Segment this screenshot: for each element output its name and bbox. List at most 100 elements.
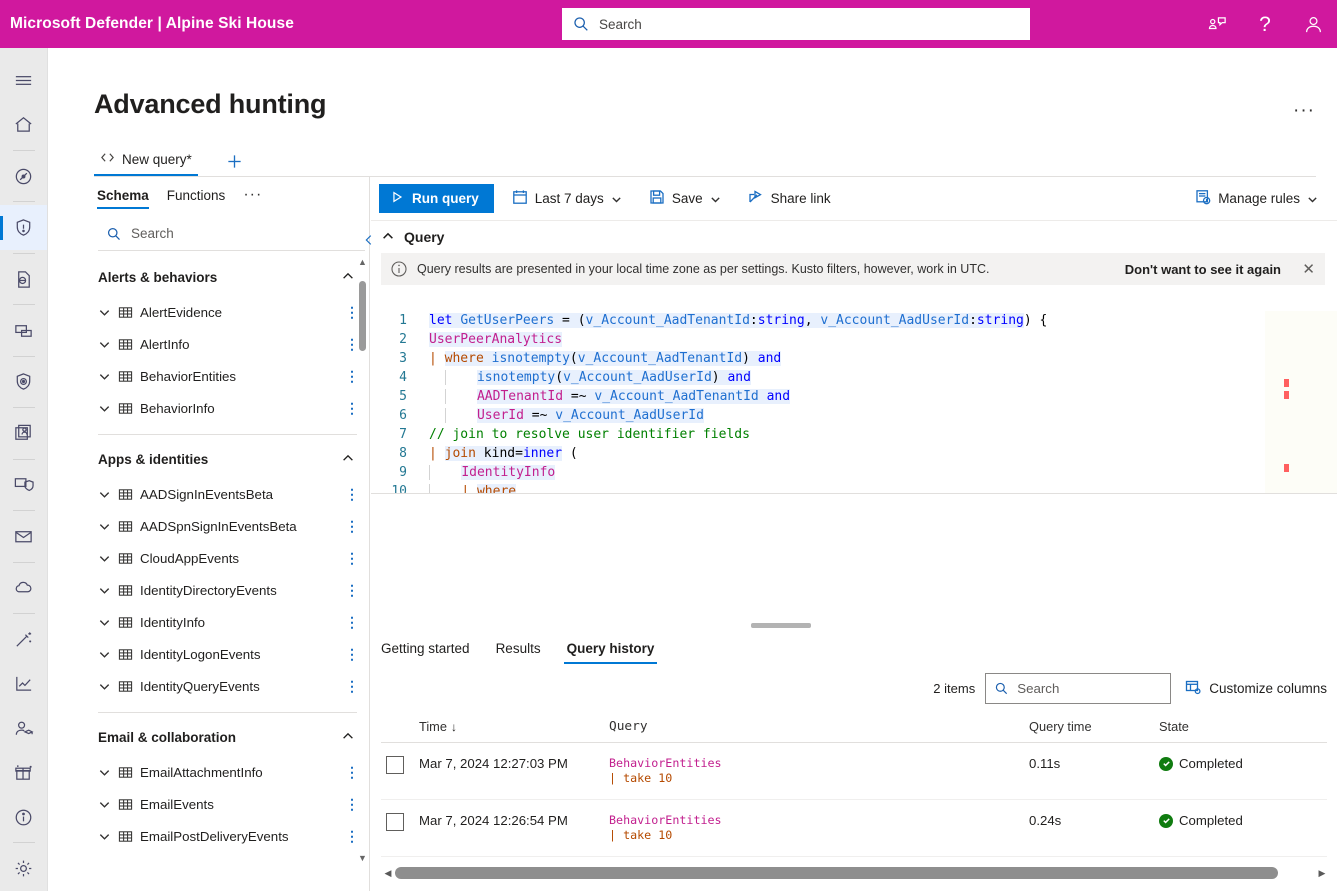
cloud-apps-icon[interactable] [0,566,48,610]
time-range-picker[interactable]: Last 7 days [503,183,631,215]
endpoints-icon[interactable] [0,463,48,507]
page-more-actions-button[interactable]: ··· [1293,100,1315,122]
kql-code-editor[interactable]: 1let GetUserPeers = (v_Account_AadTenant… [381,311,1327,493]
schema-tabs-overflow-button[interactable]: ··· [243,186,262,204]
incidents-alerts-icon[interactable] [0,154,48,198]
schema-table-row[interactable]: AADSpnSignInEventsBeta ⋮ [94,510,369,542]
table-row[interactable]: Mar 7, 2024 12:26:54 PM BehaviorEntities… [381,800,1327,857]
scroll-up-arrow-icon[interactable]: ▲ [358,257,367,267]
partner-catalog-icon[interactable] [0,617,48,661]
chevron-down-icon[interactable] [98,520,118,533]
chevron-down-icon[interactable] [98,488,118,501]
dont-show-again-button[interactable]: Don't want to see it again [1125,262,1281,277]
account-icon[interactable] [1289,0,1337,48]
schema-group-header[interactable]: Email & collaboration [94,713,369,756]
trials-icon[interactable] [0,750,48,794]
schema-table-row[interactable]: IdentityLogonEvents ⋮ [94,638,369,670]
table-row[interactable]: Mar 7, 2024 12:27:03 PM BehaviorEntities… [381,743,1327,800]
schema-table-row[interactable]: IdentityDirectoryEvents ⋮ [94,574,369,606]
schema-table-row[interactable]: CloudAppEvents ⋮ [94,542,369,574]
chevron-down-icon[interactable] [98,370,118,383]
table-more-actions-icon[interactable]: ⋮ [345,341,357,347]
schema-group-header[interactable]: Apps & identities [94,435,369,478]
feedback-icon[interactable] [1193,0,1241,48]
schema-search-input[interactable]: Search [98,221,365,251]
chevron-down-icon[interactable] [98,402,118,415]
scroll-left-arrow-icon[interactable]: ◀ [381,868,395,879]
home-icon[interactable] [0,102,48,146]
column-header-query[interactable]: Query [609,719,1029,734]
chevron-down-icon[interactable] [98,552,118,565]
tab-results[interactable]: Results [496,633,541,664]
query-section-header[interactable]: Query [371,221,1337,253]
chevron-down-icon[interactable] [98,830,118,843]
table-more-actions-icon[interactable]: ⋮ [345,587,357,593]
schema-table-list[interactable]: Alerts & behaviors AlertEvidence ⋮ Alert… [94,253,369,891]
table-more-actions-icon[interactable]: ⋮ [345,555,357,561]
tab-query-history[interactable]: Query history [567,633,655,664]
scrollbar-track[interactable] [395,867,1315,879]
scroll-right-arrow-icon[interactable]: ▶ [1315,868,1329,879]
row-checkbox[interactable] [386,756,404,774]
schema-table-row[interactable]: AlertEvidence ⋮ [94,296,369,328]
schema-scrollbar[interactable]: ▲ [358,257,367,869]
schema-table-row[interactable]: BehaviorInfo ⋮ [94,392,369,424]
schema-table-row[interactable]: BehaviorEntities ⋮ [94,360,369,392]
horizontal-scrollbar[interactable]: ◀ ▶ [381,865,1329,881]
chevron-down-icon[interactable] [98,648,118,661]
chevron-down-icon[interactable] [98,584,118,597]
table-more-actions-icon[interactable]: ⋮ [345,769,357,775]
editor-minimap[interactable] [1265,311,1337,493]
editor-resize-handle[interactable] [751,623,811,628]
save-query-button[interactable]: Save [640,183,730,215]
learning-hub-icon[interactable] [0,706,48,750]
actions-submissions-icon[interactable] [0,257,48,301]
schema-table-row[interactable]: IdentityInfo ⋮ [94,606,369,638]
schema-table-row[interactable]: EmailPostDeliveryEvents ⋮ [94,820,369,852]
chevron-down-icon[interactable] [98,306,118,319]
more-resources-icon[interactable] [0,795,48,839]
schema-table-row[interactable]: IdentityQueryEvents ⋮ [94,670,369,702]
chevron-down-icon[interactable] [98,680,118,693]
schema-group-header[interactable]: Alerts & behaviors [94,253,369,296]
settings-icon[interactable] [0,846,48,890]
threat-analytics-icon[interactable] [0,360,48,404]
table-more-actions-icon[interactable]: ⋮ [345,833,357,839]
table-more-actions-icon[interactable]: ⋮ [345,373,357,379]
assets-identities-icon[interactable] [0,411,48,455]
add-query-tab-button[interactable] [222,146,248,176]
reports-icon[interactable] [0,662,48,706]
table-more-actions-icon[interactable]: ⋮ [345,309,357,315]
table-more-actions-icon[interactable]: ⋮ [345,523,357,529]
table-more-actions-icon[interactable]: ⋮ [345,651,357,657]
chevron-down-icon[interactable] [98,766,118,779]
query-tab-new-query[interactable]: New query* [94,142,198,176]
scrollbar-thumb[interactable] [359,281,366,351]
chevron-down-icon[interactable] [98,616,118,629]
row-checkbox[interactable] [386,813,404,831]
scrollbar-thumb[interactable] [395,867,1278,879]
global-search-box[interactable]: Search [562,8,1030,40]
run-query-button[interactable]: Run query [379,184,494,213]
table-more-actions-icon[interactable]: ⋮ [345,683,357,689]
results-search-input[interactable]: Search [985,673,1171,704]
close-icon[interactable]: ✕ [1302,262,1315,277]
schema-table-row[interactable]: EmailEvents ⋮ [94,788,369,820]
scroll-down-arrow-icon[interactable]: ▼ [358,853,367,863]
table-more-actions-icon[interactable]: ⋮ [345,619,357,625]
table-more-actions-icon[interactable]: ⋮ [345,491,357,497]
help-icon[interactable]: ? [1241,0,1289,48]
tab-getting-started[interactable]: Getting started [381,633,470,664]
table-more-actions-icon[interactable]: ⋮ [345,801,357,807]
email-collaboration-icon[interactable] [0,514,48,558]
devices-icon[interactable] [0,308,48,352]
column-header-state[interactable]: State [1159,719,1327,734]
hamburger-menu-icon[interactable] [0,58,48,102]
chevron-down-icon[interactable] [98,338,118,351]
sidebar-item-hunting[interactable] [0,205,48,249]
share-link-button[interactable]: Share link [739,183,840,215]
tab-schema[interactable]: Schema [97,179,149,211]
manage-rules-button[interactable]: Manage rules [1186,183,1327,215]
customize-columns-button[interactable]: Customize columns [1181,679,1331,698]
schema-table-row[interactable]: AlertInfo ⋮ [94,328,369,360]
